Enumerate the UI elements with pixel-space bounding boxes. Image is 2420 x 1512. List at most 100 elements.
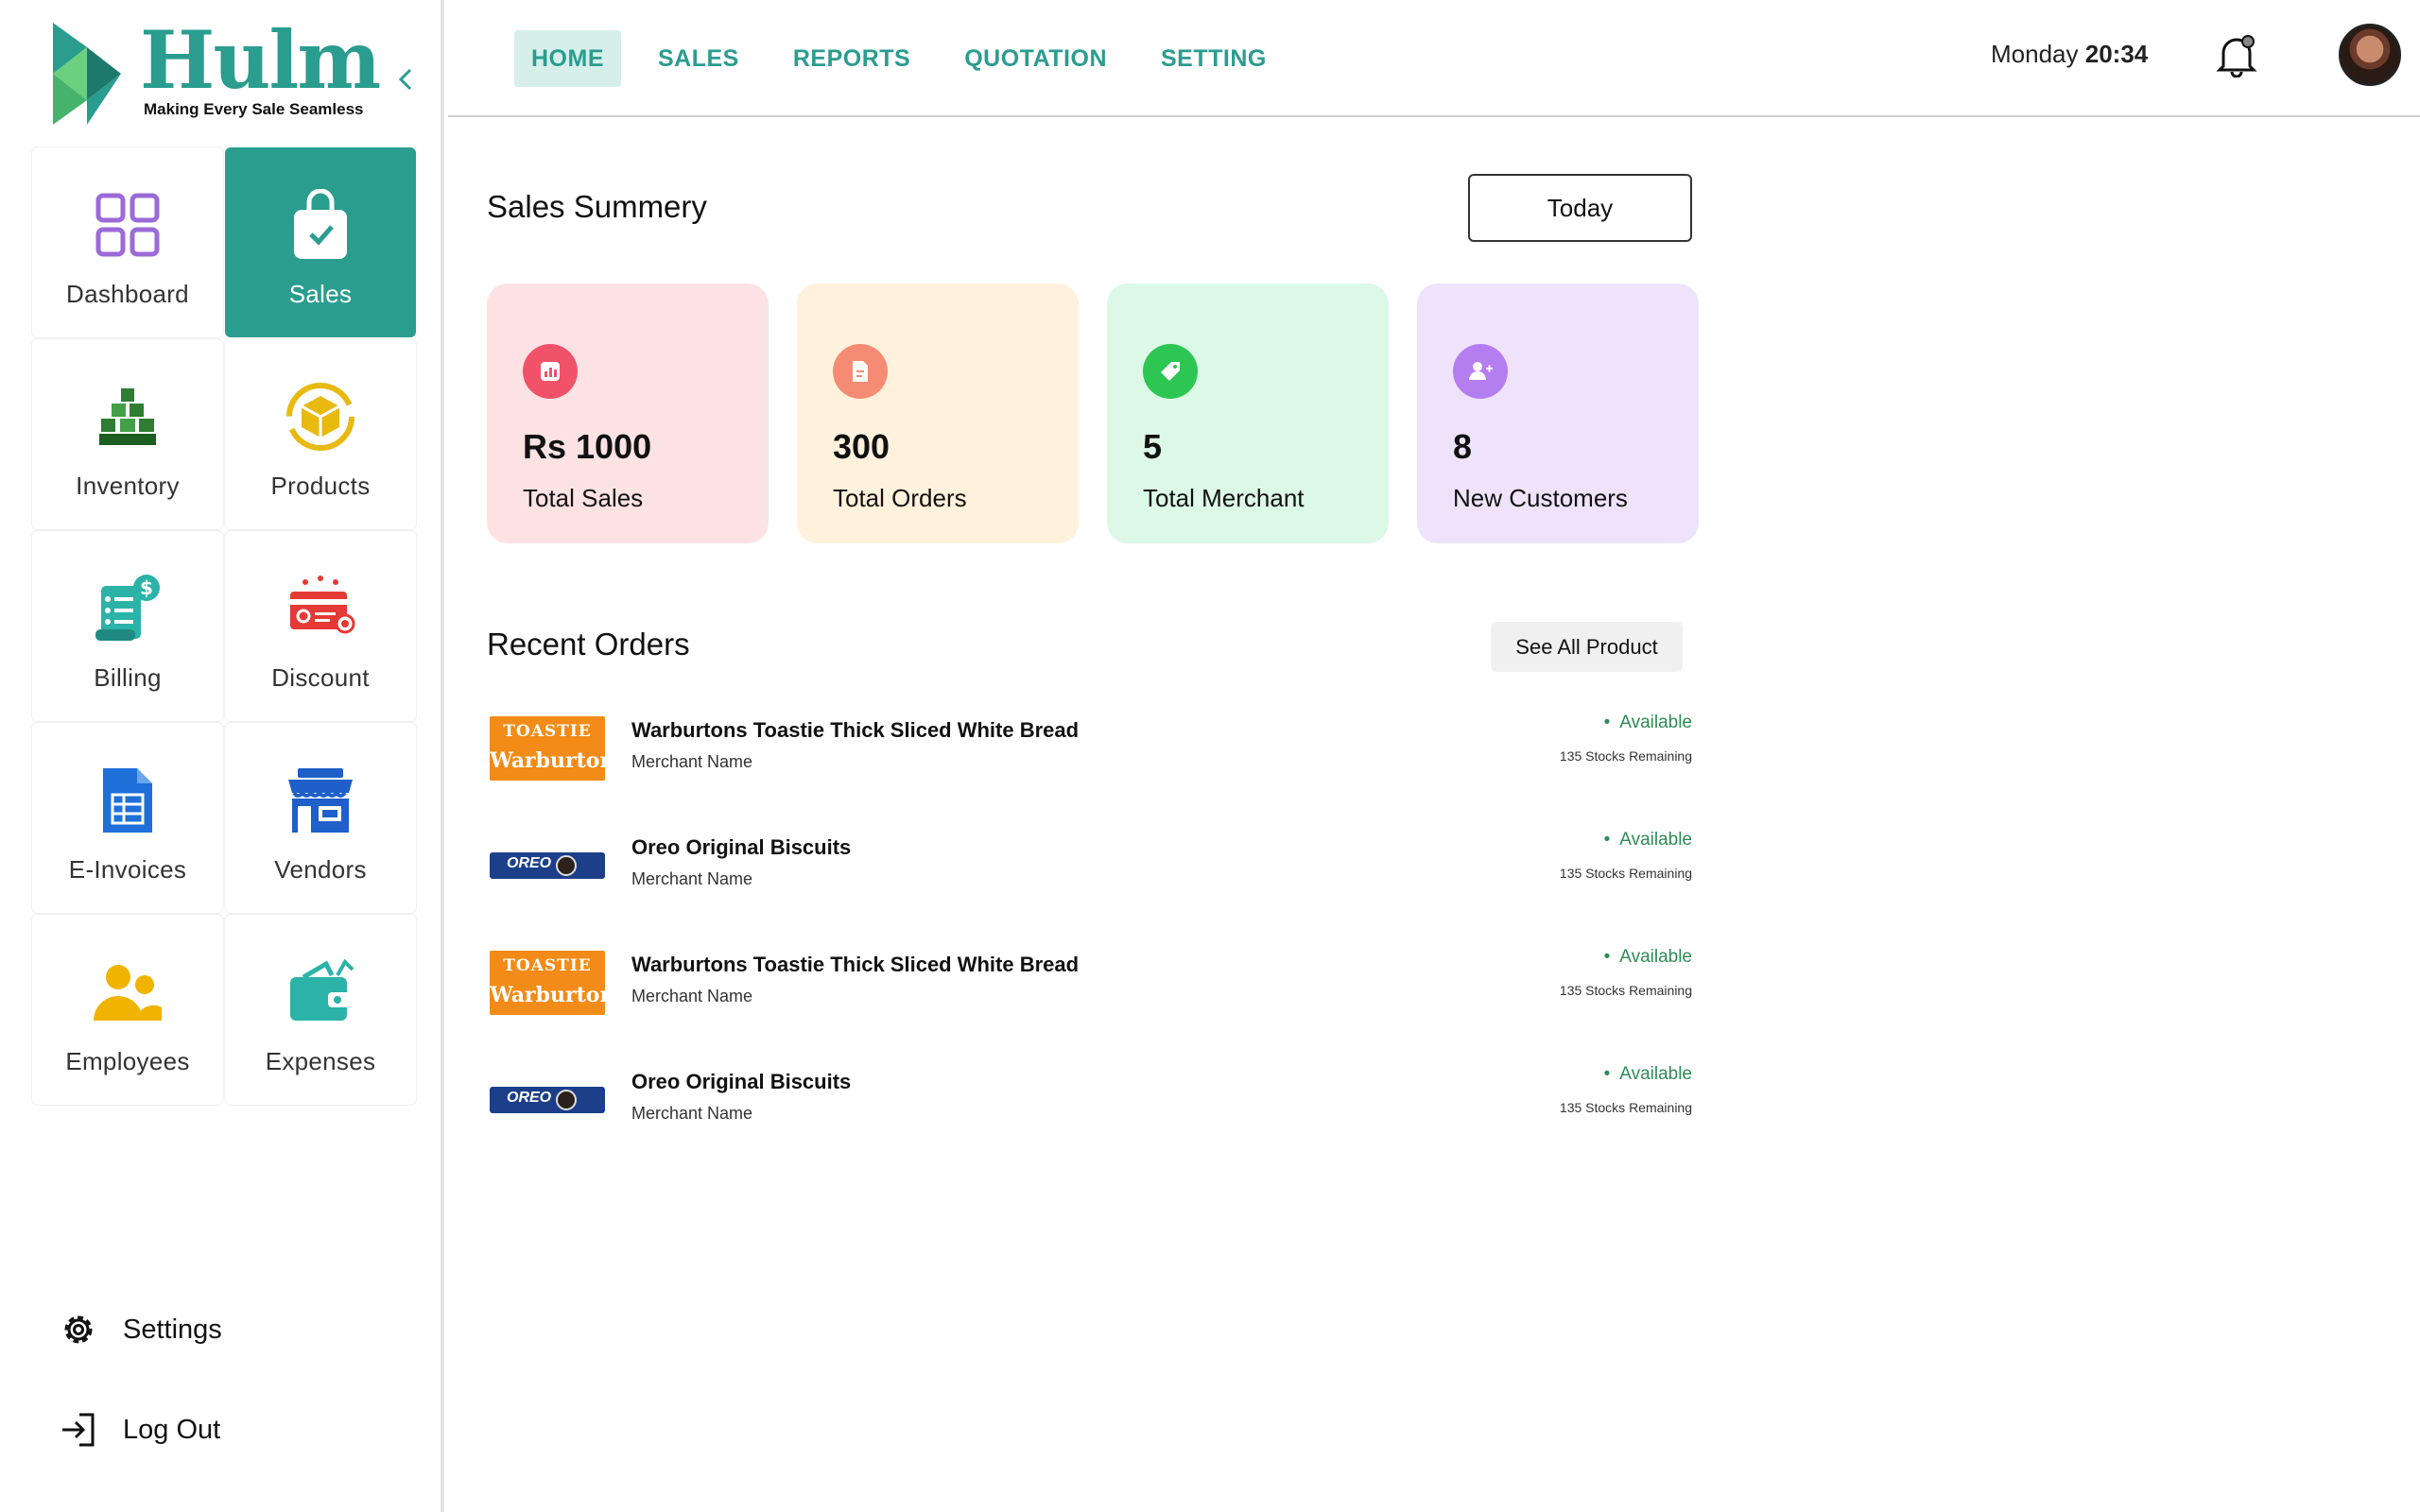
card-label: Total Merchant	[1143, 484, 1305, 512]
stock-remaining: 135 Stocks Remaining	[1559, 1100, 1692, 1115]
main-nav: HOME SALES REPORTS QUOTATION SETTING	[514, 30, 1304, 87]
card-value: 300	[833, 427, 890, 466]
settings-label: Settings	[123, 1314, 222, 1345]
logout-link[interactable]: Log Out	[60, 1412, 220, 1448]
card-label: Total Orders	[833, 484, 967, 512]
recent-orders-list: TOASTIE Warburtons Warburtons Toastie Th…	[487, 699, 1692, 1168]
tile-label: Products	[270, 472, 371, 500]
card-new-customers[interactable]: 8 New Customers	[1417, 284, 1699, 543]
current-time: 20:34	[2084, 40, 2149, 68]
document-icon	[833, 344, 888, 399]
sidebar: Hulm Making Every Sale Seamless Dashboar…	[0, 0, 444, 1512]
people-icon	[90, 954, 165, 1030]
status-badge: Available	[1604, 947, 1692, 968]
top-bar: HOME SALES REPORTS QUOTATION SETTING Mon…	[448, 0, 2420, 117]
thumb-text: TOASTIE	[503, 956, 592, 975]
logout-label: Log Out	[123, 1414, 221, 1445]
thumb-text: TOASTIE	[503, 722, 592, 741]
product-name: Warburtons Toastie Thick Sliced White Br…	[631, 718, 1080, 742]
tile-e-invoices[interactable]: E-Invoices	[32, 723, 223, 913]
list-item[interactable]: OREO Oreo Original Biscuits Merchant Nam…	[487, 816, 1692, 934]
invoice-document-icon	[90, 763, 165, 838]
nav-setting[interactable]: SETTING	[1144, 30, 1284, 87]
stock-remaining: 135 Stocks Remaining	[1559, 983, 1692, 998]
tile-billing[interactable]: $ Billing	[32, 531, 223, 721]
add-user-icon	[1453, 344, 1508, 399]
brand-tagline: Making Every Sale Seamless	[144, 100, 364, 118]
product-name: Oreo Original Biscuits	[631, 835, 852, 859]
dashboard-grid-icon	[90, 187, 165, 263]
thumb-brand: Warburtons	[490, 748, 605, 773]
card-total-orders[interactable]: 300 Total Orders	[797, 284, 1079, 543]
brand-name: Hulm	[140, 13, 381, 107]
list-item[interactable]: OREO Oreo Original Biscuits Merchant Nam…	[487, 1051, 1692, 1168]
stock-remaining: 135 Stocks Remaining	[1559, 748, 1692, 764]
merchant-name: Merchant Name	[631, 987, 753, 1005]
product-thumbnail: TOASTIE Warburtons	[490, 951, 605, 1015]
stock-remaining: 135 Stocks Remaining	[1559, 866, 1692, 881]
tile-dashboard[interactable]: Dashboard	[32, 147, 223, 337]
tag-icon	[1143, 344, 1198, 399]
shopping-bag-icon	[283, 187, 358, 263]
summary-cards: Rs 1000 Total Sales 300 Total Orders 5 T…	[487, 284, 1699, 543]
tile-label: Billing	[94, 663, 162, 692]
thumb-brand: OREO	[507, 1090, 552, 1106]
tile-label: Discount	[271, 663, 370, 692]
tile-inventory[interactable]: Inventory	[32, 339, 223, 529]
card-value: 5	[1143, 427, 1163, 466]
product-name: Warburtons Toastie Thick Sliced White Br…	[631, 953, 1080, 976]
list-item[interactable]: TOASTIE Warburtons Warburtons Toastie Th…	[487, 934, 1692, 1051]
product-box-icon	[283, 379, 358, 455]
storefront-icon	[283, 763, 358, 838]
card-label: New Customers	[1453, 484, 1628, 512]
nav-sales[interactable]: SALES	[641, 30, 756, 87]
gear-icon	[64, 1315, 93, 1344]
thumb-brand: Warburtons	[490, 983, 605, 1007]
product-thumbnail: OREO	[490, 852, 605, 879]
nav-home[interactable]: HOME	[514, 30, 621, 87]
tile-label: Inventory	[76, 472, 180, 500]
status-badge: Available	[1604, 1064, 1692, 1085]
merchant-name: Merchant Name	[631, 1104, 753, 1123]
bar-chart-icon	[523, 344, 578, 399]
tile-discount[interactable]: Discount	[225, 531, 416, 721]
collapse-sidebar-button[interactable]	[391, 62, 420, 96]
card-total-merchant[interactable]: 5 Total Merchant	[1107, 284, 1389, 543]
bell-icon	[2216, 35, 2257, 78]
tile-employees[interactable]: Employees	[32, 915, 223, 1105]
recent-orders-title: Recent Orders	[487, 627, 690, 662]
thumb-brand: OREO	[507, 855, 552, 871]
product-name: Oreo Original Biscuits	[631, 1070, 852, 1093]
stacked-boxes-icon	[90, 379, 165, 455]
tile-sales[interactable]: Sales	[225, 147, 416, 337]
hulm-logo-icon	[53, 23, 121, 125]
discount-card-icon	[283, 571, 358, 646]
user-avatar[interactable]	[2339, 24, 2401, 86]
svg-text:$: $	[140, 576, 153, 599]
chevron-left-icon	[398, 68, 412, 91]
settings-link[interactable]: Settings	[60, 1312, 222, 1348]
bill-receipt-icon: $	[90, 571, 165, 646]
merchant-name: Merchant Name	[631, 752, 753, 771]
current-datetime: Monday 20:34	[1991, 40, 2148, 69]
nav-reports[interactable]: REPORTS	[776, 30, 927, 87]
sales-summary-title: Sales Summery	[487, 189, 707, 224]
tile-products[interactable]: Products	[225, 339, 416, 529]
see-all-products-button[interactable]: See All Product	[1491, 622, 1683, 672]
card-label: Total Sales	[523, 484, 644, 512]
tile-label: Expenses	[265, 1047, 376, 1075]
tile-vendors[interactable]: Vendors	[225, 723, 416, 913]
product-thumbnail: TOASTIE Warburtons	[490, 716, 605, 781]
notifications-button[interactable]	[2216, 32, 2263, 79]
date-filter-button[interactable]: Today	[1468, 174, 1692, 242]
card-value: Rs 1000	[523, 427, 652, 466]
nav-quotation[interactable]: QUOTATION	[947, 30, 1124, 87]
current-day: Monday	[1991, 40, 2079, 68]
card-total-sales[interactable]: Rs 1000 Total Sales	[487, 284, 769, 543]
brand-logo[interactable]: Hulm Making Every Sale Seamless	[53, 19, 381, 128]
cookie-icon	[556, 1090, 577, 1110]
tile-expenses[interactable]: Expenses	[225, 915, 416, 1105]
card-value: 8	[1453, 427, 1473, 466]
list-item[interactable]: TOASTIE Warburtons Warburtons Toastie Th…	[487, 699, 1692, 816]
merchant-name: Merchant Name	[631, 869, 753, 888]
